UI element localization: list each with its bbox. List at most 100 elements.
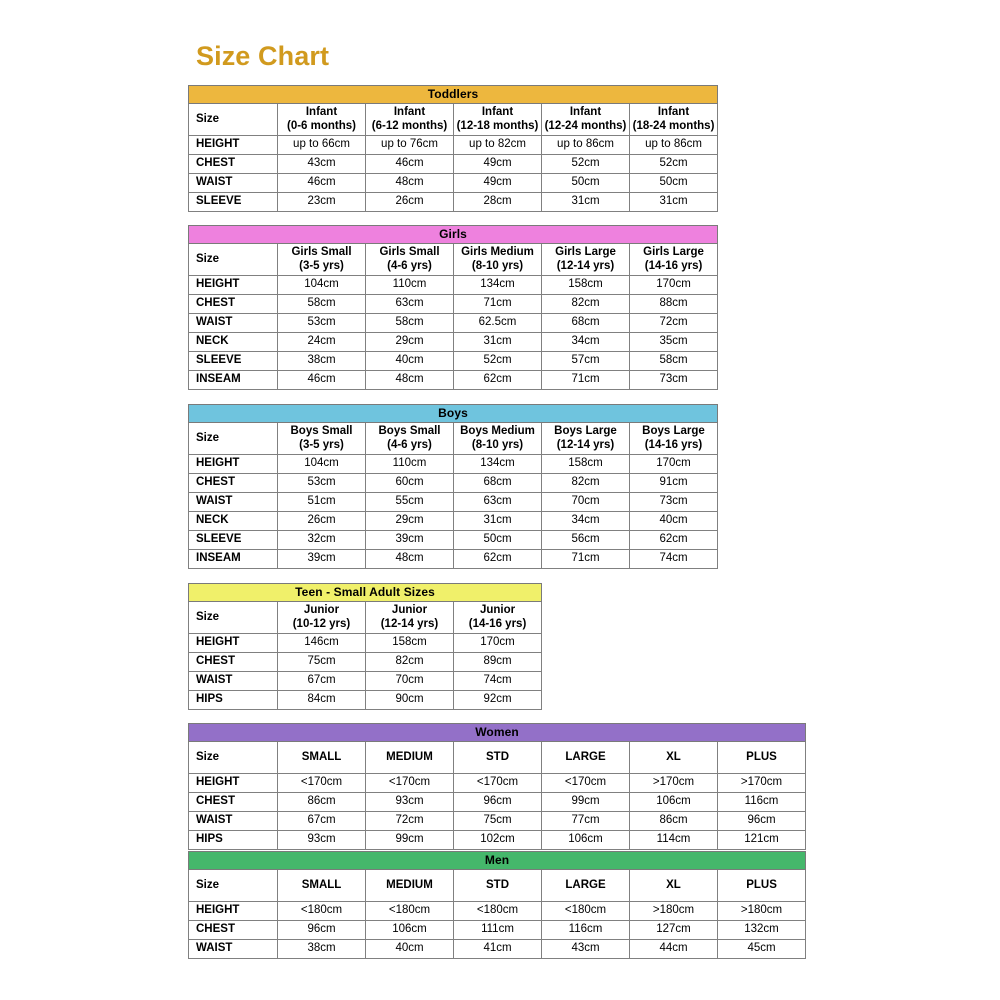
table-banner-row: Teen - Small Adult Sizes [187, 583, 543, 602]
measurement-value: 67cm [277, 671, 366, 691]
size-table-girls: Girls Size Girls Small (3-5 yrs) Girls Small… [187, 225, 719, 390]
measurement-value: <180cm [365, 901, 454, 921]
measurement-value: 31cm [541, 192, 630, 212]
measurement-label: HEIGHT [188, 901, 278, 921]
measurement-value: up to 66cm [277, 135, 366, 155]
column-header-name: Junior [391, 603, 428, 616]
measurement-value: >170cm [717, 773, 806, 793]
measurement-value: 134cm [453, 275, 542, 295]
column-header-name: MEDIUM [386, 750, 433, 763]
measurement-value: <170cm [541, 773, 630, 793]
measurement-value: 50cm [453, 530, 542, 550]
measurement-value: 48cm [365, 173, 454, 193]
column-header-size: Size [188, 601, 278, 634]
column-header-name: SMALL [301, 750, 342, 763]
measurement-value: 62cm [453, 370, 542, 390]
size-chart-document: Size Chart Toddlers Size Infant (0-6 months… [0, 0, 1000, 1000]
measurement-value: 77cm [541, 811, 630, 831]
table-banner-row: Women [188, 723, 806, 742]
measurement-label: HEIGHT [188, 275, 278, 295]
column-header-age: (12-18 months) [456, 119, 539, 132]
measurement-value: >180cm [629, 901, 718, 921]
measurement-value: 91cm [629, 473, 718, 493]
column-header-name: Boys Large [642, 424, 705, 437]
measurement-value: 34cm [541, 332, 630, 352]
size-table-teen: Teen - Small Adult Sizes Size Junior (10-12… [187, 583, 543, 710]
measurement-value: 45cm [716, 939, 807, 959]
column-header-name: XL [666, 878, 681, 891]
measurement-value: 96cm [453, 792, 542, 812]
measurement-value: 68cm [453, 473, 542, 493]
column-header-name: Girls Large [555, 245, 616, 258]
measurement-value: 93cm [365, 792, 454, 812]
column-header-age: (14-16 yrs) [644, 438, 703, 451]
measurement-value: 170cm [452, 633, 543, 653]
table-row: HEIGHT 146cm 158cm 170cm [188, 633, 543, 653]
measurement-value: 116cm [541, 920, 630, 940]
table-banner-title: Teen - Small Adult Sizes [187, 583, 543, 602]
measurement-value: 23cm [277, 192, 366, 212]
table-row: HEIGHT <180cm <180cm <180cm <180cm >180cm >180… [188, 901, 807, 921]
measurement-value: >170cm [629, 773, 718, 793]
column-header-name: Infant [657, 105, 690, 118]
measurement-label: NECK [188, 332, 278, 352]
measurement-value: 43cm [541, 939, 630, 959]
measurement-value: 40cm [629, 511, 718, 531]
measurement-value: 158cm [365, 633, 454, 653]
size-table-boys: Boys Size Boys Small (3-5 yrs) Boys Small (4-… [188, 404, 718, 569]
size-table-men: Men Size SMALL MEDIUM STD LARGE XL PLUS HEIGHT <1… [187, 851, 807, 959]
measurement-value: 104cm [277, 454, 366, 474]
column-header-age: (14-16 yrs) [468, 617, 527, 630]
measurement-value: 88cm [628, 294, 719, 314]
measurement-value: 72cm [628, 313, 719, 333]
measurement-value: 50cm [541, 173, 630, 193]
column-header-name: Girls Small [379, 245, 440, 258]
table-banner-row: Girls [187, 225, 719, 244]
measurement-value: 26cm [277, 511, 366, 531]
table-header-row: Size Junior (10-12 yrs) Junior (12-14 yrs) Ju… [188, 601, 543, 634]
column-header-size: Size [188, 869, 278, 902]
column-header-age: (12-14 yrs) [380, 617, 439, 630]
measurement-label: CHEST [188, 792, 278, 812]
column-header-name: Boys Small [290, 424, 353, 437]
column-header-size: Size [188, 243, 278, 276]
size-table-toddlers: Toddlers Size Infant (0-6 months) Infant (6-1… [187, 85, 719, 212]
measurement-value: 62.5cm [453, 313, 542, 333]
table-banner-title: Toddlers [187, 85, 719, 104]
measurement-value: 70cm [365, 671, 454, 691]
table-row: NECK 26cm 29cm 31cm 34cm 40cm [188, 511, 718, 531]
measurement-value: 96cm [717, 811, 806, 831]
column-header: Girls Large (12-14 yrs) [541, 243, 630, 276]
table-row: WAIST 67cm 72cm 75cm 77cm 86cm 96cm [188, 811, 806, 831]
measurement-value: 86cm [277, 792, 366, 812]
column-header-age: (12-24 months) [544, 119, 627, 132]
table-row: HEIGHT <170cm <170cm <170cm <170cm >170cm >170… [188, 773, 806, 793]
measurement-value: 158cm [541, 275, 630, 295]
column-header-name: STD [486, 878, 509, 891]
measurement-value: 106cm [629, 792, 718, 812]
measurement-value: 29cm [365, 511, 454, 531]
measurement-value: 44cm [629, 939, 718, 959]
measurement-value: 92cm [452, 690, 543, 710]
measurement-label: HEIGHT [188, 773, 278, 793]
table-row: CHEST 86cm 93cm 96cm 99cm 106cm 116cm [188, 792, 806, 812]
measurement-value: 170cm [629, 454, 718, 474]
table-banner-title: Girls [187, 225, 719, 244]
measurement-label: CHEST [188, 154, 278, 174]
measurement-value: 72cm [365, 811, 454, 831]
measurement-value: 60cm [365, 473, 454, 493]
measurement-value: 53cm [277, 473, 366, 493]
measurement-value: 38cm [277, 351, 366, 371]
measurement-value: 62cm [453, 549, 542, 569]
column-header-name: Boys Large [554, 424, 617, 437]
measurement-label: SLEEVE [188, 530, 278, 550]
column-header: STD [453, 869, 542, 902]
column-header: Infant (0-6 months) [277, 103, 366, 136]
column-header-name: Infant [393, 105, 426, 118]
column-header: MEDIUM [365, 869, 454, 902]
column-header: XL [629, 869, 718, 902]
table-row: HEIGHT 104cm 110cm 134cm 158cm 170cm [188, 275, 719, 295]
column-header: Girls Small (3-5 yrs) [277, 243, 366, 276]
measurement-value: 82cm [365, 652, 454, 672]
measurement-value: 116cm [717, 792, 806, 812]
